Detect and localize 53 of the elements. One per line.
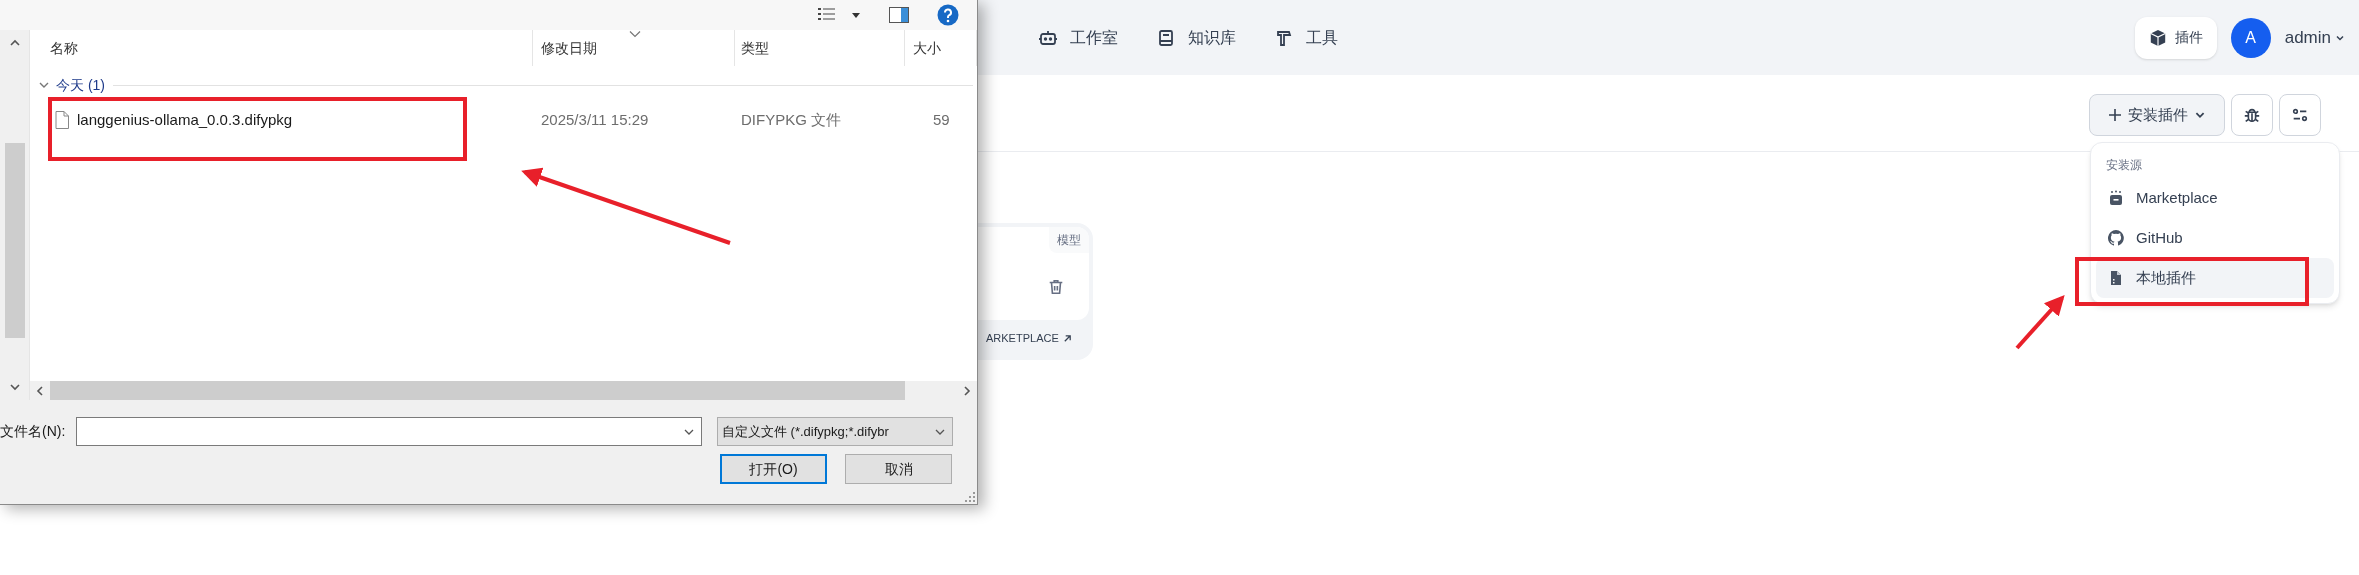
menu-item[interactable]: Marketplace bbox=[2096, 178, 2334, 218]
scroll-down-icon[interactable] bbox=[8, 382, 21, 392]
user-menu[interactable]: admin bbox=[2284, 24, 2345, 51]
github-icon bbox=[2108, 230, 2124, 246]
column-header[interactable]: 大小 bbox=[905, 30, 977, 66]
view-list-icon[interactable] bbox=[817, 7, 837, 23]
group-header[interactable]: 今天 (1) bbox=[38, 74, 105, 96]
settings-button[interactable] bbox=[2279, 94, 2321, 136]
annotation-arrow bbox=[2015, 295, 2065, 350]
table-cell-text: 59 bbox=[932, 109, 951, 130]
dialog-button[interactable]: 打开(O) bbox=[720, 454, 827, 484]
menu-heading: 安装源 bbox=[2105, 157, 2143, 174]
table-cell-text: 2025/3/11 15:29 bbox=[540, 109, 650, 130]
menu-item[interactable]: GitHub bbox=[2096, 218, 2334, 258]
bug-icon bbox=[2243, 106, 2261, 124]
scroll-up-icon[interactable] bbox=[8, 38, 21, 48]
help-icon[interactable] bbox=[937, 4, 959, 26]
field-label: 文件名(N): bbox=[0, 422, 67, 441]
nav-link[interactable]: 工作室 bbox=[1030, 19, 1126, 56]
file-type-dropdown[interactable]: 自定义文件 (*.difypkg;*.difybr bbox=[717, 417, 953, 446]
trash-icon[interactable] bbox=[1047, 278, 1065, 296]
column-header[interactable]: 类型 bbox=[735, 30, 905, 66]
debug-button[interactable] bbox=[2231, 94, 2273, 136]
file-icon bbox=[55, 111, 69, 129]
resize-grip-icon[interactable] bbox=[965, 492, 975, 502]
scroll-right-icon[interactable] bbox=[962, 384, 972, 397]
cube-icon bbox=[2148, 28, 2167, 47]
dialog-button[interactable]: 取消 bbox=[845, 454, 952, 484]
file-name-field[interactable] bbox=[76, 417, 702, 446]
dropdown-caret-icon[interactable] bbox=[851, 11, 861, 19]
shop-icon bbox=[2108, 190, 2124, 206]
nav-link[interactable]: 工具 bbox=[1266, 19, 1346, 56]
sliders-icon bbox=[2291, 106, 2309, 124]
plus-icon bbox=[2108, 108, 2122, 122]
external-link-icon bbox=[1062, 333, 1072, 343]
table-cell-text: DIFYPKG 文件 bbox=[740, 109, 842, 130]
horizontal-scrollbar[interactable] bbox=[30, 381, 977, 400]
chevron-icon bbox=[38, 80, 50, 90]
column-header[interactable]: 修改日期 bbox=[533, 30, 735, 66]
install-plugin-button[interactable]: 安装插件 bbox=[2089, 94, 2225, 136]
file-name[interactable]: langgenius-ollama_0.0.3.difypkg bbox=[77, 108, 293, 132]
nav-link[interactable]: 知识库 bbox=[1148, 19, 1244, 56]
category-tag: 模型 bbox=[1049, 227, 1089, 253]
vertical-scrollbar[interactable] bbox=[0, 30, 30, 400]
marketplace-link[interactable]: ARKETPLACE bbox=[964, 330, 1089, 347]
preview-pane-icon[interactable] bbox=[889, 7, 909, 23]
sort-chevron-icon bbox=[629, 30, 641, 38]
plugins-button[interactable]: 插件 bbox=[2134, 16, 2217, 59]
scroll-left-icon[interactable] bbox=[35, 384, 45, 397]
file-icon bbox=[2108, 270, 2124, 286]
book-icon bbox=[1156, 27, 1176, 48]
column-header[interactable]: 名称 bbox=[30, 30, 533, 66]
avatar: A bbox=[2230, 17, 2271, 58]
